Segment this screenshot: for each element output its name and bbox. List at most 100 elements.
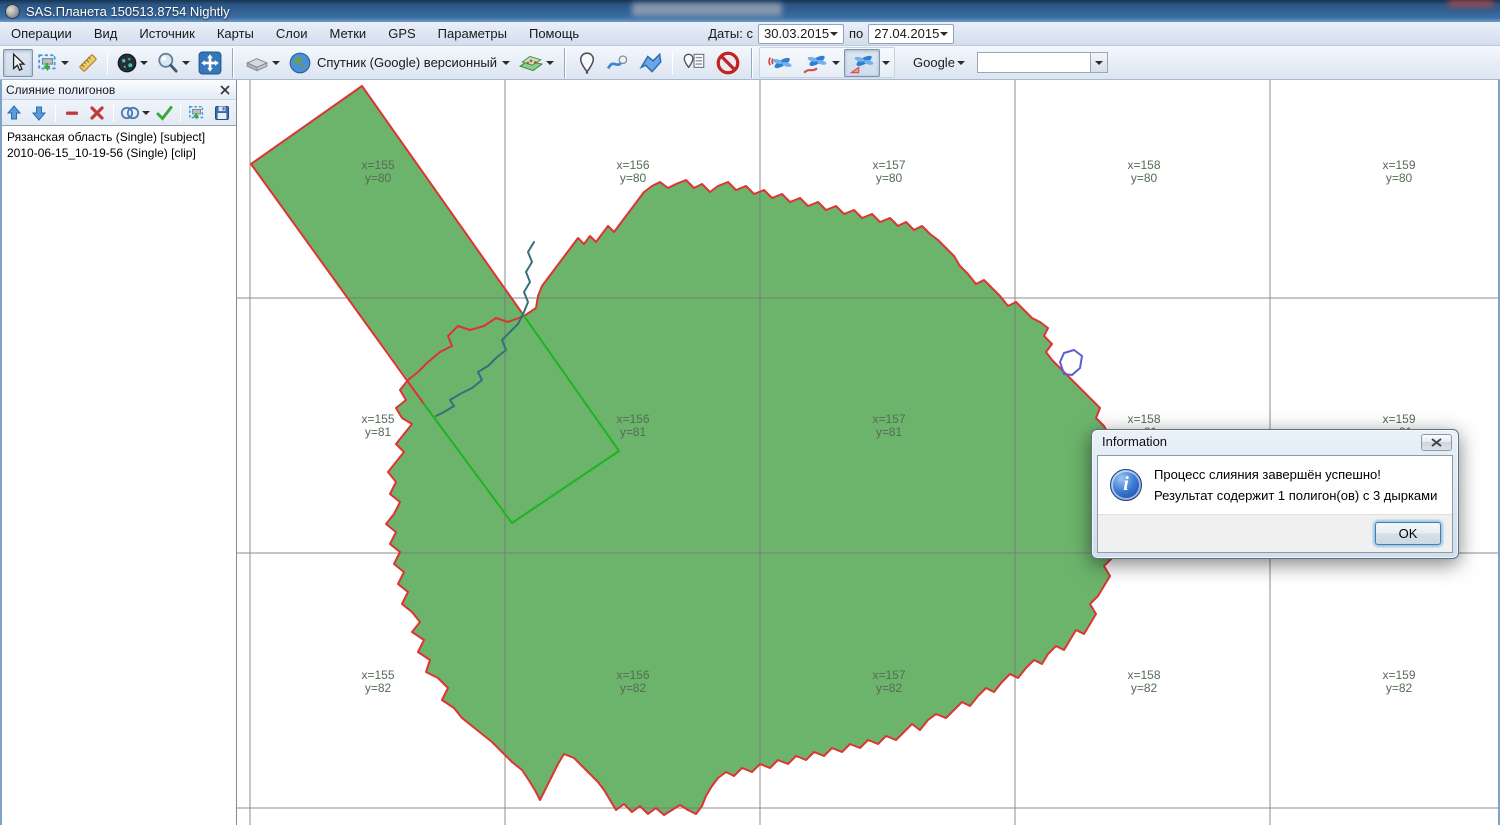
date-from-combobox[interactable]: 30.03.2015 bbox=[758, 24, 844, 44]
search-provider-button[interactable]: Google bbox=[909, 49, 969, 77]
ok-button[interactable]: OK bbox=[1375, 522, 1441, 545]
window-title: SAS.Планета 150513.8754 Nightly bbox=[26, 4, 230, 19]
dialog-message-area: i Процесс слияния завершён успешно! Резу… bbox=[1098, 456, 1452, 514]
selection-icon bbox=[188, 104, 206, 122]
tile-coordinate-label: x=158y=82 bbox=[1127, 668, 1160, 695]
tile-coordinate-label: x=157y=80 bbox=[872, 158, 905, 185]
arrow-up-icon bbox=[6, 105, 22, 121]
chevron-down-icon bbox=[140, 61, 148, 65]
dialog-close-button[interactable] bbox=[1421, 434, 1452, 451]
gps-connect-icon bbox=[766, 50, 794, 76]
date-to-combobox[interactable]: 27.04.2015 bbox=[868, 24, 954, 44]
cache-mode-button[interactable] bbox=[240, 49, 284, 77]
title-bar[interactable]: SAS.Планета 150513.8754 Nightly bbox=[0, 0, 1500, 22]
selection-manager-button[interactable] bbox=[33, 49, 73, 77]
menu-layers[interactable]: Слои bbox=[265, 23, 319, 44]
menu-view[interactable]: Вид bbox=[83, 23, 129, 44]
add-path-button[interactable] bbox=[602, 49, 634, 77]
chevron-down-icon bbox=[142, 111, 150, 115]
ruler-icon bbox=[77, 52, 99, 74]
list-item-clip[interactable]: 2010-06-15_10-19-56 (Single) [clip] bbox=[0, 145, 236, 161]
chevron-down-icon bbox=[830, 32, 838, 36]
selection-icon bbox=[37, 52, 59, 74]
fullscreen-icon bbox=[198, 51, 222, 75]
tile-coordinate-label: x=157y=82 bbox=[872, 668, 905, 695]
apply-merge-button[interactable] bbox=[153, 102, 175, 124]
search-provider-label: Google bbox=[913, 55, 955, 70]
cursor-tool-button[interactable] bbox=[3, 49, 33, 77]
magnifier-icon bbox=[156, 51, 180, 75]
menu-operations[interactable]: Операции bbox=[0, 23, 83, 44]
placemark-list-icon bbox=[681, 51, 707, 75]
menu-parameters[interactable]: Параметры bbox=[427, 23, 518, 44]
chevron-down-icon bbox=[832, 61, 840, 65]
ruler-tool-button[interactable] bbox=[73, 49, 103, 77]
tile-coordinate-label: x=155y=81 bbox=[361, 412, 394, 439]
hide-marks-button[interactable] bbox=[711, 49, 745, 77]
gps-connect-button[interactable] bbox=[762, 49, 798, 77]
add-placemark-button[interactable] bbox=[572, 49, 602, 77]
red-cross-icon bbox=[89, 105, 105, 121]
date-filter-group: Даты: с 30.03.2015 по 27.04.2015 bbox=[708, 24, 954, 44]
app-icon bbox=[5, 4, 20, 19]
menu-placemarks[interactable]: Метки bbox=[319, 23, 378, 44]
menu-help[interactable]: Помощь bbox=[518, 23, 590, 44]
move-down-button[interactable] bbox=[28, 102, 50, 124]
search-input[interactable] bbox=[978, 54, 1090, 71]
search-combobox[interactable] bbox=[977, 52, 1108, 73]
window-frame-left bbox=[0, 80, 2, 825]
menu-bar: Операции Вид Источник Карты Слои Метки G… bbox=[0, 22, 1500, 46]
dark-globe-icon bbox=[116, 52, 138, 74]
map-viewport[interactable]: x=155y=80x=155y=81x=155y=82x=156y=80x=15… bbox=[237, 80, 1500, 825]
gps-position-button[interactable] bbox=[844, 49, 880, 77]
cache-box-icon bbox=[244, 52, 270, 74]
chevron-down-icon bbox=[61, 61, 69, 65]
date-to-value: 27.04.2015 bbox=[874, 26, 939, 41]
dialog-message-line1: Процесс слияния завершён успешно! bbox=[1154, 464, 1437, 485]
save-result-button[interactable] bbox=[211, 102, 233, 124]
check-icon bbox=[156, 105, 173, 121]
info-icon: i bbox=[1110, 469, 1142, 501]
layers-icon bbox=[518, 51, 544, 75]
dialog-title: Information bbox=[1102, 434, 1167, 449]
dates-prefix-label: Даты: с bbox=[708, 26, 753, 41]
dialog-message-line2: Результат содержит 1 полигон(ов) с 3 дыр… bbox=[1154, 485, 1437, 506]
chevron-down-icon bbox=[502, 61, 510, 65]
cursor-icon bbox=[7, 52, 29, 74]
add-polygon-button[interactable] bbox=[634, 49, 668, 77]
tile-coordinate-label: x=156y=81 bbox=[616, 412, 649, 439]
placemark-manager-button[interactable] bbox=[677, 49, 711, 77]
clear-list-button[interactable] bbox=[86, 102, 108, 124]
arrow-down-icon bbox=[31, 105, 47, 121]
fullscreen-button[interactable] bbox=[194, 49, 226, 77]
application-window: SAS.Планета 150513.8754 Nightly Операции… bbox=[0, 0, 1500, 825]
gps-track-icon bbox=[802, 50, 830, 76]
layers-button[interactable] bbox=[514, 49, 558, 77]
tile-coordinate-label: x=159y=82 bbox=[1382, 668, 1415, 695]
zoom-scale-button[interactable] bbox=[112, 49, 152, 77]
placemark-icon bbox=[576, 51, 598, 75]
remove-item-button[interactable] bbox=[61, 102, 83, 124]
merge-operation-button[interactable] bbox=[119, 102, 150, 124]
menu-maps[interactable]: Карты bbox=[206, 23, 265, 44]
tile-coordinate-label: x=157y=81 bbox=[872, 412, 905, 439]
move-up-button[interactable] bbox=[3, 102, 25, 124]
main-area: Слияние полигонов bbox=[0, 80, 1500, 825]
chevron-down-icon bbox=[272, 61, 280, 65]
tile-coordinate-label: x=158y=80 bbox=[1127, 158, 1160, 185]
tile-coordinate-label: x=155y=82 bbox=[361, 668, 394, 695]
list-item-subject[interactable]: Рязанская область (Single) [subject] bbox=[0, 129, 236, 145]
earth-icon bbox=[288, 51, 312, 75]
to-selection-button[interactable] bbox=[186, 102, 208, 124]
search-dropdown-button[interactable] bbox=[1090, 53, 1107, 72]
map-source-button[interactable]: Спутник (Google) версионный bbox=[284, 49, 514, 77]
panel-toolbar bbox=[0, 100, 236, 125]
minus-icon bbox=[64, 105, 80, 121]
menu-gps[interactable]: GPS bbox=[377, 23, 426, 44]
gps-position-icon bbox=[848, 50, 876, 76]
zoom-tool-button[interactable] bbox=[152, 49, 194, 77]
gps-track-button[interactable] bbox=[798, 49, 844, 77]
censored-title-text bbox=[632, 3, 782, 16]
close-icon[interactable] bbox=[220, 85, 230, 95]
menu-source[interactable]: Источник bbox=[128, 23, 206, 44]
